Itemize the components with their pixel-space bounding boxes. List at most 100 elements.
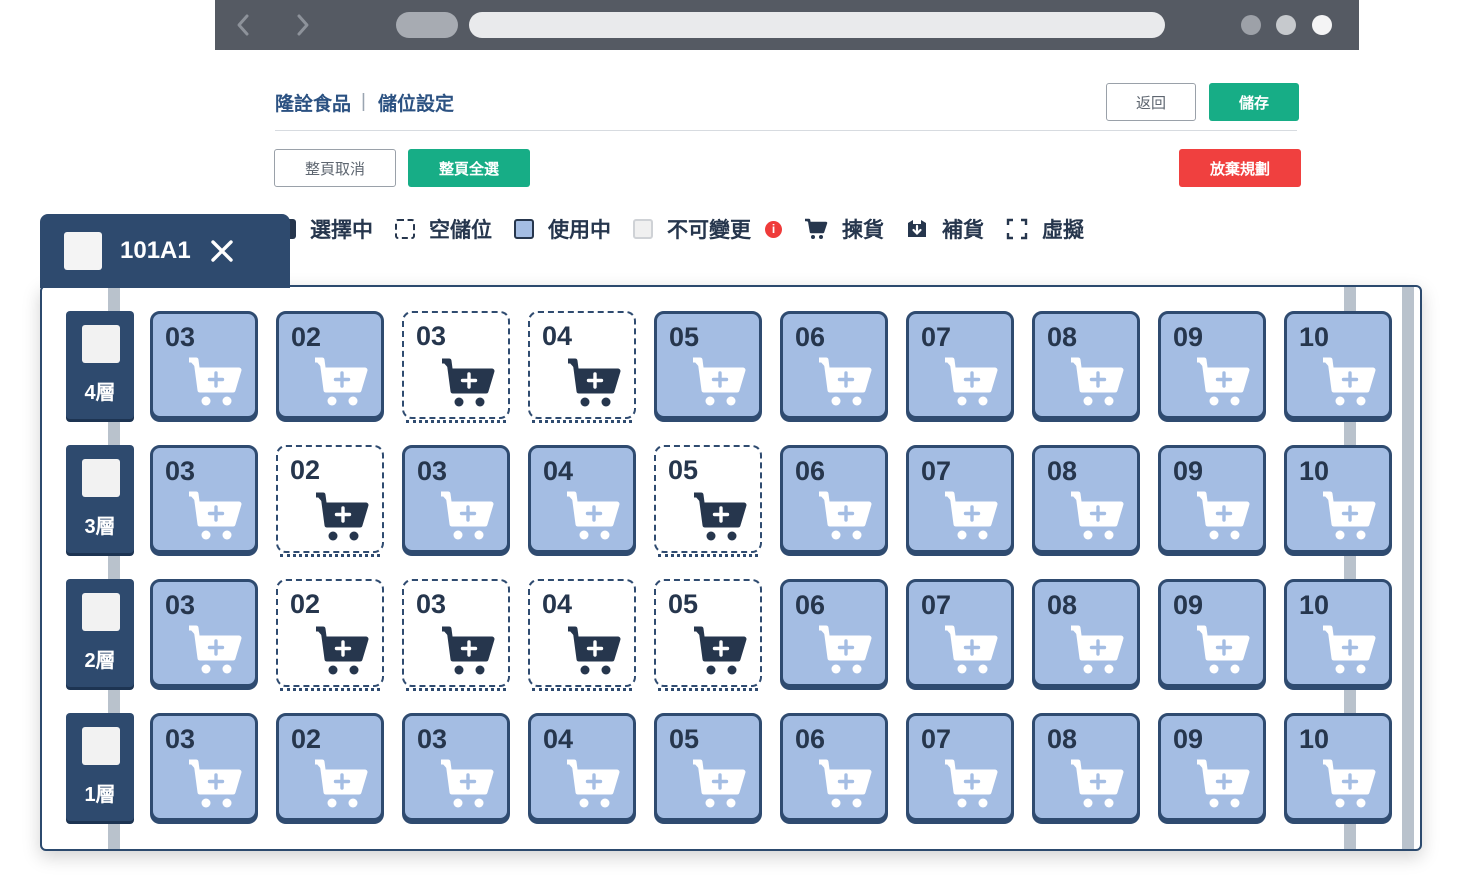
cart-plus-icon [819, 759, 872, 808]
slot-in-use[interactable]: 04 [528, 445, 636, 553]
slot-in-use[interactable]: 03 [402, 713, 510, 821]
slot-in-use[interactable]: 03 [402, 445, 510, 553]
forward-arrow-icon[interactable] [289, 12, 315, 38]
slot-empty[interactable]: 05 [654, 445, 762, 557]
cart-plus-icon [945, 491, 998, 540]
slot-number: 03 [165, 322, 196, 352]
slot-in-use[interactable]: 04 [528, 713, 636, 821]
slot-in-use[interactable]: 05 [654, 311, 762, 419]
select-page-button[interactable]: 整頁全選 [408, 149, 530, 187]
replenish-box-icon [908, 220, 926, 237]
slot-in-use[interactable]: 10 [1284, 445, 1392, 553]
slot-in-use[interactable]: 02 [276, 311, 384, 419]
cart-plus-icon [568, 626, 621, 675]
slot-empty[interactable]: 04 [528, 311, 636, 423]
cart-plus-icon [1197, 357, 1250, 406]
legend-label: 補貨 [942, 219, 984, 242]
cart-plus-icon [441, 759, 494, 808]
slot-number: 06 [795, 590, 826, 620]
slot-in-use[interactable]: 09 [1158, 311, 1266, 419]
pick-cart-icon [805, 218, 828, 239]
slot-in-use[interactable]: 03 [150, 445, 258, 553]
slot-in-use[interactable]: 06 [780, 445, 888, 553]
address-bar[interactable] [469, 12, 1165, 38]
slot-in-use[interactable]: 03 [150, 311, 258, 419]
legend-label: 揀貨 [842, 219, 884, 242]
slot-in-use[interactable]: 08 [1032, 713, 1140, 821]
slot-number: 07 [921, 456, 952, 486]
slot-number: 08 [1047, 590, 1078, 620]
slot-empty[interactable]: 02 [276, 579, 384, 691]
slot-empty[interactable]: 04 [528, 579, 636, 691]
slot-number: 03 [416, 589, 447, 619]
cart-plus-icon [945, 357, 998, 406]
window-dot-icon [1312, 15, 1332, 35]
slot-in-use[interactable]: 07 [906, 579, 1014, 687]
cart-plus-icon [316, 626, 369, 675]
slot-in-use[interactable]: 10 [1284, 311, 1392, 419]
breadcrumb-company[interactable]: 隆詮食品 [275, 89, 351, 116]
window-dot-icon [1241, 15, 1261, 35]
slot-number: 09 [1173, 724, 1204, 754]
cart-plus-icon [693, 759, 746, 808]
back-arrow-icon[interactable] [231, 12, 257, 38]
legend-replenish: 補貨 [906, 214, 984, 244]
cancel-page-button[interactable]: 整頁取消 [274, 149, 396, 187]
slot-number: 04 [542, 589, 573, 619]
browser-pill [396, 12, 458, 38]
level-select-checkbox[interactable] [82, 325, 120, 363]
panel-select-checkbox[interactable] [64, 232, 102, 270]
level-select-checkbox[interactable] [82, 727, 120, 765]
slot-number: 03 [165, 456, 196, 486]
rack-post [1402, 287, 1414, 849]
slot-in-use[interactable]: 06 [780, 579, 888, 687]
slot-number: 09 [1173, 322, 1204, 352]
slot-in-use[interactable]: 10 [1284, 713, 1392, 821]
level-select-checkbox[interactable] [82, 593, 120, 631]
cart-plus-icon [1071, 625, 1124, 674]
cart-plus-icon [693, 357, 746, 406]
slot-in-use[interactable]: 10 [1284, 579, 1392, 687]
slot-empty[interactable]: 02 [276, 445, 384, 557]
slot-empty[interactable]: 05 [654, 579, 762, 691]
slot-in-use[interactable]: 03 [150, 713, 258, 821]
slot-in-use[interactable]: 02 [276, 713, 384, 821]
cart-plus-icon [567, 759, 620, 808]
cart-plus-icon [819, 357, 872, 406]
save-button[interactable]: 儲存 [1209, 83, 1299, 121]
slot-number: 05 [669, 724, 700, 754]
slot-in-use[interactable]: 09 [1158, 445, 1266, 553]
close-icon[interactable] [209, 238, 235, 264]
legend-label: 空儲位 [429, 219, 492, 242]
slot-number: 06 [795, 456, 826, 486]
browser-toolbar [215, 0, 1359, 50]
slot-in-use[interactable]: 08 [1032, 311, 1140, 419]
slot-empty[interactable]: 03 [402, 311, 510, 423]
discard-plan-button[interactable]: 放棄規劃 [1179, 149, 1301, 187]
level-select-checkbox[interactable] [82, 459, 120, 497]
breadcrumb-page: 儲位設定 [377, 93, 454, 115]
slot-number: 07 [921, 590, 952, 620]
cart-plus-icon [1197, 759, 1250, 808]
back-button[interactable]: 返回 [1106, 83, 1196, 121]
slot-number: 05 [669, 322, 700, 352]
cart-plus-icon [442, 626, 495, 675]
info-icon[interactable]: i [765, 220, 782, 238]
slot-in-use[interactable]: 06 [780, 713, 888, 821]
cart-plus-icon [442, 358, 495, 407]
slot-empty[interactable]: 03 [402, 579, 510, 691]
slot-in-use[interactable]: 09 [1158, 713, 1266, 821]
legend-label: 虛擬 [1042, 219, 1084, 242]
slot-in-use[interactable]: 05 [654, 713, 762, 821]
slot-in-use[interactable]: 08 [1032, 579, 1140, 687]
cart-plus-icon [945, 759, 998, 808]
slot-in-use[interactable]: 09 [1158, 579, 1266, 687]
slot-in-use[interactable]: 06 [780, 311, 888, 419]
slot-in-use[interactable]: 07 [906, 713, 1014, 821]
legend-virtual: 虛擬 [1006, 214, 1084, 244]
cart-plus-icon [694, 492, 747, 541]
slot-in-use[interactable]: 08 [1032, 445, 1140, 553]
slot-in-use[interactable]: 07 [906, 311, 1014, 419]
slot-in-use[interactable]: 07 [906, 445, 1014, 553]
slot-in-use[interactable]: 03 [150, 579, 258, 687]
